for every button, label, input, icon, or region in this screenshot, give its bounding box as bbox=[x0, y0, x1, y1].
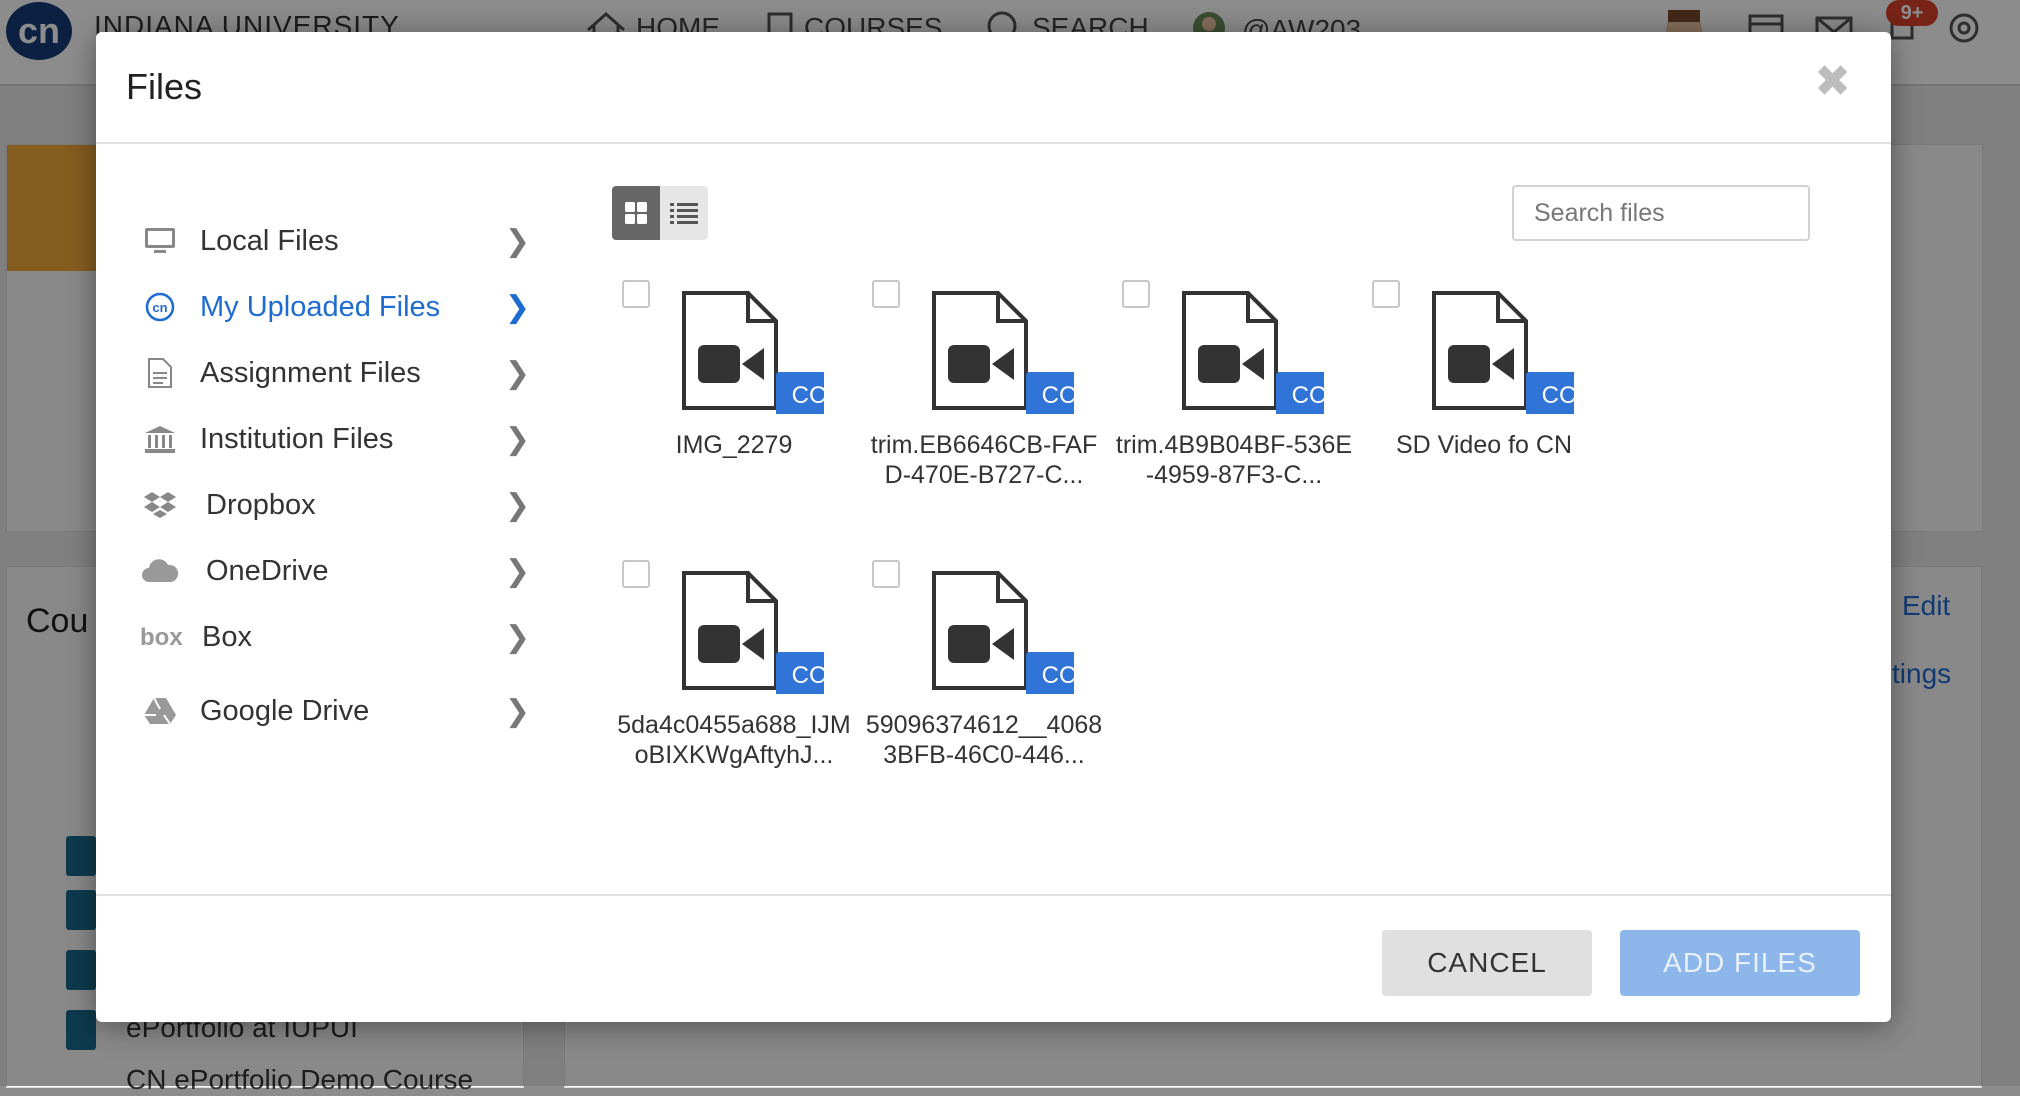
sidebar-item-local-files[interactable]: Local Files ❯ bbox=[140, 216, 530, 266]
file-name: 5da4c0455a688_IJMoBIXKWgAftyhJ... bbox=[617, 711, 851, 769]
video-file-icon bbox=[932, 571, 1074, 694]
chevron-right-icon: ❯ bbox=[504, 695, 530, 728]
sidebar-item-institution-files[interactable]: Institution Files ❯ bbox=[140, 414, 530, 464]
chevron-right-icon: ❯ bbox=[504, 291, 530, 324]
institution-icon bbox=[140, 419, 180, 459]
dropbox-icon bbox=[140, 485, 180, 525]
file-name: 59096374612__40683BFB-46C0-446... bbox=[865, 711, 1103, 769]
chevron-right-icon: ❯ bbox=[504, 423, 530, 456]
view-toggle bbox=[612, 186, 708, 240]
chevron-right-icon: ❯ bbox=[504, 357, 530, 390]
file-checkbox[interactable] bbox=[622, 280, 650, 308]
add-files-button[interactable]: ADD FILES bbox=[1620, 930, 1860, 996]
chevron-right-icon: ❯ bbox=[504, 225, 530, 258]
cn-logo-icon: cn bbox=[140, 287, 180, 327]
files-modal: Files ✖ Local Files ❯ cn My Uploaded Fil… bbox=[96, 32, 1891, 1022]
sidebar-item-dropbox[interactable]: Dropbox ❯ bbox=[140, 480, 530, 530]
sidebar-item-my-uploaded-files[interactable]: cn My Uploaded Files ❯ bbox=[140, 282, 530, 332]
cloud-icon bbox=[140, 551, 180, 591]
chevron-right-icon: ❯ bbox=[504, 621, 530, 654]
sidebar-item-assignment-files[interactable]: Assignment Files ❯ bbox=[140, 348, 530, 398]
sidebar-item-label: OneDrive bbox=[206, 554, 329, 587]
grid-view-button[interactable] bbox=[612, 186, 660, 240]
close-icon[interactable]: ✖ bbox=[1814, 60, 1851, 104]
google-drive-icon bbox=[140, 691, 180, 731]
file-name: trim.EB6646CB-FAFD-470E-B727-C... bbox=[870, 431, 1098, 489]
file-name: SD Video fo CN bbox=[1395, 431, 1572, 459]
file-source-sidebar: Local Files ❯ cn My Uploaded Files ❯ Ass… bbox=[96, 144, 556, 884]
svg-text:box: box bbox=[140, 625, 183, 649]
file-checkbox[interactable] bbox=[872, 560, 900, 588]
file-checkbox[interactable] bbox=[872, 280, 900, 308]
file-tile[interactable]: CC trim.4B9B04BF-536E-4959-87F3-C... bbox=[1114, 280, 1354, 520]
sidebar-item-box[interactable]: box Box ❯ bbox=[140, 612, 530, 662]
file-tile[interactable]: CC SD Video fo CN bbox=[1364, 280, 1604, 520]
sidebar-item-google-drive[interactable]: Google Drive ❯ bbox=[140, 686, 530, 736]
cancel-button[interactable]: CANCEL bbox=[1382, 930, 1592, 996]
list-icon bbox=[670, 203, 698, 224]
video-file-icon bbox=[682, 571, 824, 694]
box-logo-icon: box bbox=[140, 617, 186, 657]
document-icon bbox=[140, 353, 180, 393]
chevron-right-icon: ❯ bbox=[504, 555, 530, 588]
sidebar-item-label: Assignment Files bbox=[200, 356, 421, 389]
video-file-icon bbox=[1432, 291, 1574, 414]
file-checkbox[interactable] bbox=[1122, 280, 1150, 308]
file-tile[interactable]: CC trim.EB6646CB-FAFD-470E-B727-C... bbox=[864, 280, 1104, 520]
file-checkbox[interactable] bbox=[1372, 280, 1400, 308]
sidebar-item-label: Box bbox=[202, 620, 252, 653]
search-files-input[interactable] bbox=[1512, 185, 1810, 241]
sidebar-item-label: Institution Files bbox=[200, 422, 394, 455]
sidebar-item-label: Dropbox bbox=[206, 488, 316, 521]
file-tile[interactable]: CC 5da4c0455a688_IJMoBIXKWgAftyhJ... bbox=[614, 560, 854, 800]
modal-header: Files ✖ bbox=[96, 32, 1891, 144]
sidebar-item-onedrive[interactable]: OneDrive ❯ bbox=[140, 546, 530, 596]
file-checkbox[interactable] bbox=[622, 560, 650, 588]
file-tile[interactable]: CC IMG_2279 bbox=[614, 280, 854, 520]
modal-footer: CANCEL ADD FILES bbox=[96, 894, 1891, 1022]
grid-icon bbox=[625, 202, 647, 224]
monitor-icon bbox=[140, 221, 180, 261]
video-file-icon bbox=[1182, 291, 1324, 414]
file-name: IMG_2279 bbox=[675, 431, 793, 459]
modal-title: Files bbox=[126, 66, 203, 107]
sidebar-item-label: Google Drive bbox=[200, 694, 370, 727]
video-file-icon bbox=[682, 291, 824, 414]
file-name: trim.4B9B04BF-536E-4959-87F3-C... bbox=[1115, 431, 1353, 489]
sidebar-item-label: My Uploaded Files bbox=[200, 290, 441, 323]
file-tile[interactable]: CC 59096374612__40683BFB-46C0-446... bbox=[864, 560, 1104, 800]
video-file-icon bbox=[932, 291, 1074, 414]
list-view-button[interactable] bbox=[660, 186, 708, 240]
svg-text:cn: cn bbox=[152, 300, 167, 315]
sidebar-item-label: Local Files bbox=[200, 224, 339, 257]
chevron-right-icon: ❯ bbox=[504, 489, 530, 522]
